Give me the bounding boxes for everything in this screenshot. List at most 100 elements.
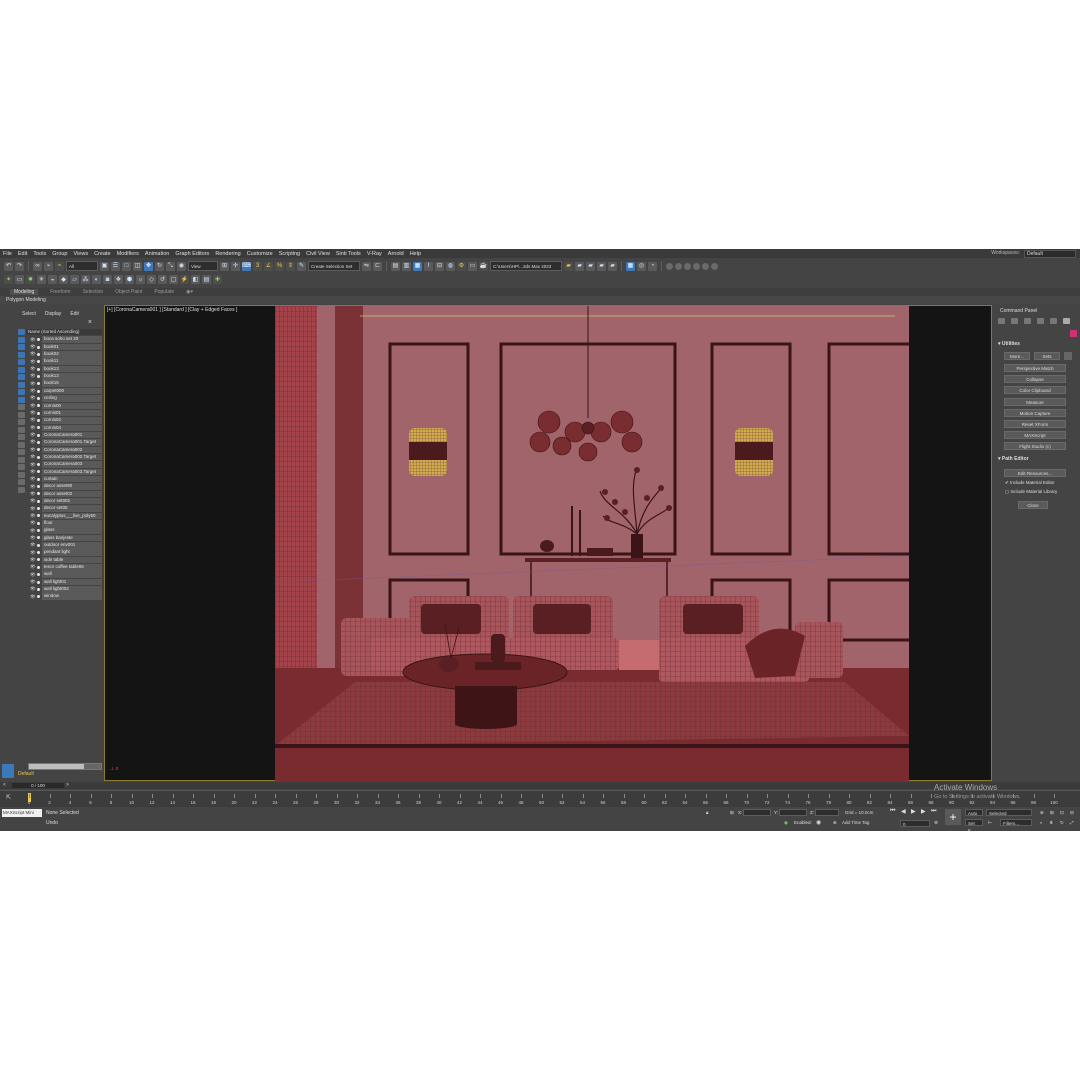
visibility-eye-icon[interactable]: 👁︎ — [30, 381, 36, 387]
key-filter-dropdown[interactable]: Selected — [986, 809, 1032, 816]
menu-item-sinti-tools[interactable]: Sinti Tools — [333, 251, 364, 257]
explorer-filter-icon[interactable] — [18, 419, 25, 425]
list-item[interactable]: 👁︎ book13 — [26, 373, 102, 380]
corona-ir-icon[interactable]: ◔ — [648, 261, 657, 271]
scrollbar-thumb[interactable] — [29, 764, 84, 769]
ribbon-toggle-icon[interactable]: ▦ — [413, 261, 422, 271]
list-item[interactable]: 👁︎ CoronaCamera001 — [26, 431, 102, 439]
adaptive-degradation-icon[interactable]: ◉ — [784, 820, 788, 826]
utility-button-color-clipboard[interactable]: Color Clipboard — [1004, 386, 1066, 395]
corona-render-icon[interactable]: ◎ — [637, 261, 646, 271]
ribbon-tab-modeling[interactable]: Modeling — [10, 289, 39, 295]
slider-prev-icon[interactable]: < — [3, 782, 6, 788]
redo-icon[interactable]: ↷ — [15, 261, 24, 271]
list-item[interactable]: 👁︎ side table — [26, 556, 102, 564]
list-item[interactable]: 👁︎ book01 — [26, 343, 102, 351]
select-scale-icon[interactable]: ⤡ — [166, 261, 175, 271]
utilities-rollout-title[interactable]: ▾ Utilities — [998, 341, 1020, 347]
list-item[interactable]: 👁︎ cornis04 — [26, 424, 102, 432]
explorer-filter-icon[interactable] — [18, 456, 25, 463]
visibility-eye-icon[interactable]: 👁︎ — [30, 572, 36, 578]
add-time-tag[interactable]: Add Time Tag — [842, 820, 869, 825]
menu-item-rendering[interactable]: Rendering — [212, 251, 243, 257]
ribbon-tab-populate[interactable]: Populate — [154, 289, 174, 295]
path-editor-rollout-title[interactable]: ▾ Path Editor — [998, 456, 1029, 462]
horizontal-scrollbar[interactable] — [28, 763, 102, 770]
ribbon-tab-freeform[interactable]: Freeform — [50, 289, 70, 295]
list-item[interactable]: 👁︎ decor set05 — [26, 505, 102, 512]
folder-project-icon[interactable]: ▰ — [608, 261, 617, 271]
corona-sun-icon[interactable]: ☼ — [136, 275, 145, 284]
unlink-icon[interactable]: ⌁ — [44, 261, 53, 271]
visibility-eye-icon[interactable]: 👁︎ — [30, 513, 36, 519]
vray-fur-icon[interactable]: ⁂ — [81, 275, 90, 284]
menu-item-help[interactable]: Help — [407, 251, 424, 257]
open-folder-icon[interactable]: ▰ — [564, 261, 573, 271]
list-item[interactable]: 👁︎ cornis02 — [26, 417, 102, 424]
visibility-eye-icon[interactable]: 👁︎ — [30, 373, 36, 379]
link-icon[interactable]: ∞ — [33, 261, 42, 271]
explorer-filter-icon[interactable] — [18, 434, 25, 440]
include-material-library-checkbox[interactable]: ▢ Include Material Library — [1005, 489, 1057, 495]
menu-item-modifiers[interactable]: Modifiers — [114, 251, 142, 257]
viewport[interactable]: [+] [CoronaCamera001 ] [Standard ] [Clay… — [104, 305, 992, 781]
menu-item-v-ray[interactable]: V-Ray — [364, 251, 385, 257]
orbit-icon[interactable]: ↻ — [1060, 820, 1064, 826]
list-item[interactable]: 👁︎ cornis01 — [26, 409, 102, 417]
visibility-eye-icon[interactable]: 👁︎ — [30, 550, 36, 556]
vray-icon[interactable]: ✦ — [4, 275, 13, 284]
visibility-eye-icon[interactable]: 👁︎ — [30, 366, 36, 372]
vray-light-icon[interactable]: ✹ — [26, 275, 35, 284]
list-item[interactable]: 👁︎ book15 — [26, 380, 102, 387]
list-item[interactable]: 👁︎ wall light01 — [26, 578, 102, 586]
corona-light-icon[interactable]: ◐ — [92, 275, 101, 284]
explorer-filter-icon[interactable] — [18, 479, 25, 485]
close-button[interactable]: Close — [1018, 501, 1048, 509]
menu-item-customize[interactable]: Customize — [244, 251, 276, 257]
align-icon[interactable]: ⊏ — [373, 261, 382, 271]
modify-tab-icon[interactable] — [1011, 318, 1018, 324]
ribbon-tab-object-paint[interactable]: Object Paint — [115, 289, 142, 295]
list-item[interactable]: 👁︎ ceiling — [26, 395, 102, 402]
corona-decal-icon[interactable]: ◇ — [147, 275, 156, 284]
menu-item-graph-editors[interactable]: Graph Editors — [172, 251, 212, 257]
zoom-extents-all-icon[interactable]: ⊟ — [1070, 810, 1074, 816]
selection-filter-dropdown[interactable]: All — [66, 261, 98, 271]
menu-item-edit[interactable]: Edit — [15, 251, 30, 257]
ribbon-options-icon[interactable]: ◉▾ — [186, 289, 193, 295]
previous-frame-icon[interactable]: ◀ — [901, 808, 906, 815]
maximize-viewport-icon[interactable]: ⤢ — [1070, 820, 1074, 825]
corona-camera-icon[interactable]: ◙ — [103, 275, 112, 284]
play-icon[interactable]: ▶ — [911, 808, 916, 815]
scene-explorer-icon[interactable] — [2, 764, 14, 778]
visibility-eye-icon[interactable]: 👁︎ — [30, 506, 36, 512]
motion-tab-icon[interactable] — [1037, 318, 1044, 324]
visibility-eye-icon[interactable]: 👁︎ — [30, 462, 36, 468]
list-item[interactable]: 👁︎ tenor coffee table06 — [26, 564, 102, 571]
angle-snap-icon[interactable]: ∠ — [264, 261, 273, 271]
rendered-frame-window-icon[interactable]: ▭ — [468, 261, 477, 271]
tab-edit[interactable]: Edit — [70, 311, 79, 317]
list-item[interactable]: 👁︎ CoronaCamera003 — [26, 461, 102, 468]
list-item[interactable]: 👁︎ decor asset90 — [26, 483, 102, 490]
explorer-filter-icon[interactable] — [18, 329, 25, 335]
list-item[interactable]: 👁︎ glass banjeste — [26, 534, 102, 542]
visibility-eye-icon[interactable]: 👁︎ — [30, 520, 36, 526]
corona-scatter-icon[interactable]: ❖ — [114, 275, 123, 284]
menu-item-file[interactable]: File — [0, 251, 15, 257]
scene-explorer-icon[interactable]: ▥ — [402, 261, 411, 271]
snaps-toggle-icon[interactable]: 3 — [253, 261, 262, 271]
visibility-eye-icon[interactable]: 👁︎ — [30, 484, 36, 490]
utilities-tab-icon[interactable] — [1063, 318, 1070, 324]
maxscript-listener[interactable]: MAXScript Mini — [2, 809, 42, 817]
explorer-filter-icon[interactable] — [18, 336, 25, 343]
utility-button-maxscript[interactable]: MAXScript — [1004, 431, 1066, 440]
select-object-icon[interactable]: ▣ — [100, 261, 109, 271]
visibility-eye-icon[interactable]: 👁︎ — [30, 351, 36, 357]
menu-item-group[interactable]: Group — [49, 251, 70, 257]
set-key-button[interactable]: Set K. — [965, 819, 983, 831]
list-item[interactable]: 👁︎ boca soho set 20 — [26, 336, 102, 343]
edit-named-selection-icon[interactable]: ✎ — [297, 261, 306, 271]
menu-item-create[interactable]: Create — [91, 251, 114, 257]
z-coordinate-field[interactable] — [815, 809, 839, 816]
